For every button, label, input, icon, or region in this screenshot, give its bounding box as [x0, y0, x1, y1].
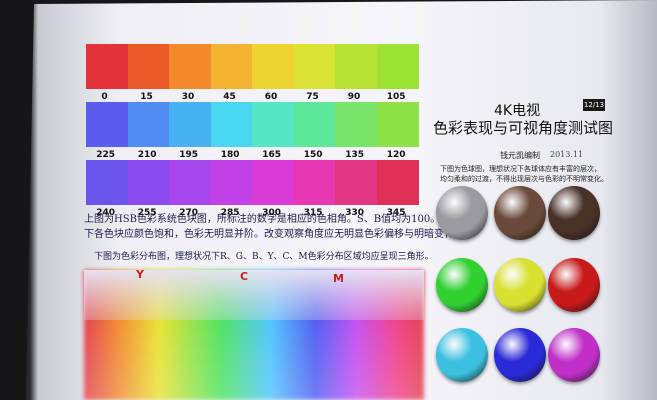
sphere-blue — [494, 328, 546, 382]
hue-angle-label: 30 — [181, 92, 195, 102]
hue-angle-label: 195 — [179, 150, 198, 160]
hue-angle-label: 150 — [303, 150, 323, 160]
author-label: 钱元凯编制 — [500, 151, 540, 160]
sphere-yellow — [494, 258, 546, 312]
hue-chip — [169, 160, 211, 205]
hue-angle-label: 225 — [96, 150, 115, 160]
hue-chip — [169, 44, 211, 89]
date-label: 2013.11 — [550, 150, 584, 159]
hue-angle-label: 135 — [345, 150, 364, 160]
hue-chip — [335, 160, 377, 205]
description-line-1: 上图为HSB色彩系统色块图，所标注的数字是相应的色相角。S、B值均为100。理想… — [84, 214, 481, 225]
hue-angle-label: 120 — [386, 150, 406, 160]
hue-angle-label: 210 — [137, 150, 157, 160]
hue-chip — [127, 160, 170, 205]
spectrum-letter-y: Y — [136, 268, 144, 281]
spectrum-letter-m: M — [333, 272, 344, 285]
sphere-gray — [436, 186, 488, 240]
hue-angle-label: 0 — [101, 92, 108, 102]
hue-chip — [293, 44, 336, 89]
sphere-magenta — [548, 328, 600, 382]
hue-angle-label: 90 — [347, 92, 361, 102]
test-chart-screen: 0 15 30 45 60 75 90 105 225 210 195 180 165 150 135 120… — [26, 0, 657, 400]
hue-chip — [335, 102, 377, 147]
hue-angle-label: 60 — [264, 92, 278, 102]
sphere-caption-line-2: 均匀柔和的过渡，不得出现层次与色彩的不明常变化。 — [440, 175, 608, 183]
hue-chip — [210, 102, 253, 147]
description-line-2: 下各色块应颜色饱和，色彩无明显并阶。改变观察角度应无明显色彩偏移与明暗变化。 — [84, 229, 464, 240]
hue-chip — [86, 160, 128, 205]
sphere-brown — [494, 186, 546, 240]
hue-chip — [127, 44, 170, 89]
hue-chip — [335, 44, 377, 89]
hue-chip — [86, 102, 128, 147]
hue-angle-label: 105 — [386, 92, 406, 102]
spectrum-fade — [84, 270, 424, 320]
sphere-red — [548, 258, 600, 312]
hue-chip — [376, 44, 419, 89]
hue-angle-label: 15 — [140, 92, 153, 102]
hue-chip — [252, 102, 294, 147]
sphere-green — [436, 258, 488, 312]
title-line-2: 色彩表现与可视角度测试图 — [433, 119, 614, 137]
hue-angle-label: 75 — [306, 92, 319, 102]
hue-chip — [210, 44, 253, 89]
hue-chip — [376, 102, 419, 147]
spectrum-letter-c: C — [240, 270, 249, 283]
sphere-cyan — [436, 328, 488, 382]
hue-chip — [210, 160, 253, 205]
hue-chip — [376, 160, 419, 205]
hue-chip — [293, 160, 336, 205]
hue-chip — [127, 102, 170, 147]
sphere-caption-line-1: 下图为色球图，理想状况下各球体应有丰富的层次， — [440, 165, 601, 173]
page-badge: 12/13 — [583, 99, 605, 111]
sphere-dark-brown — [548, 186, 600, 240]
hue-chip — [293, 102, 336, 147]
spectrum-description: 下图为色彩分布图，理想状况下R、G、B、Y、C、M色彩分布区域均应呈现三角形。 — [94, 252, 434, 262]
hue-chip — [169, 102, 211, 147]
hue-angle-label: 45 — [223, 92, 236, 102]
hue-chip — [252, 160, 294, 205]
hue-chip — [252, 44, 294, 89]
hue-chip — [86, 44, 128, 89]
hue-angle-label: 180 — [220, 150, 240, 160]
hue-angle-label: 165 — [262, 150, 281, 160]
